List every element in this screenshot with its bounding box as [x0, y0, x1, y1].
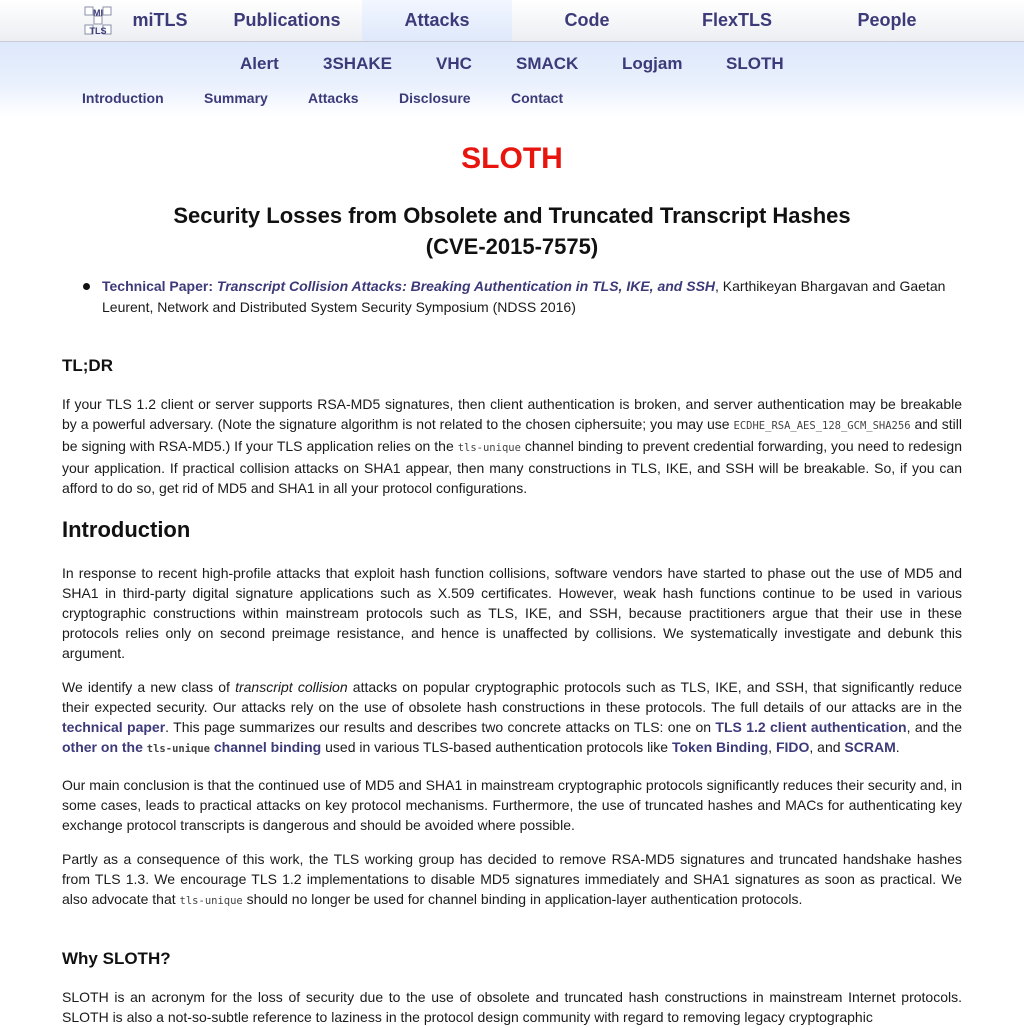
tls-unique-code: tls-unique: [179, 895, 243, 907]
token-binding-link[interactable]: Token Binding: [672, 739, 768, 755]
intro-p2-text-d: , and the: [906, 719, 962, 735]
page-link-introduction[interactable]: Introduction: [82, 90, 164, 106]
introduction-heading: Introduction: [62, 517, 191, 542]
attack-link-smack[interactable]: SMACK: [516, 54, 578, 74]
attack-link-logjam[interactable]: Logjam: [622, 54, 682, 74]
technical-paper-link[interactable]: Technical Paper: Transcript Collision At…: [102, 278, 715, 294]
fido-link[interactable]: FIDO: [776, 739, 809, 755]
attack-link-3shake[interactable]: 3SHAKE: [323, 54, 392, 74]
list-item: Technical Paper: Transcript Collision At…: [83, 276, 962, 318]
channel-binding-link[interactable]: other on the tls-unique channel binding: [62, 739, 321, 755]
paper-list: Technical Paper: Transcript Collision At…: [83, 276, 962, 318]
paper-title: Transcript Collision Attacks: Breaking A…: [216, 278, 716, 294]
tab-publications[interactable]: Publications: [212, 0, 362, 41]
intro-paragraph-1: In response to recent high-profile attac…: [62, 565, 962, 661]
paper-prefix: Technical Paper:: [102, 278, 214, 294]
attack-link-sloth[interactable]: SLOTH: [726, 54, 784, 74]
tab-flextls[interactable]: FlexTLS: [662, 0, 812, 41]
intro-paragraph-3: Our main conclusion is that the continue…: [62, 777, 962, 833]
subtitle-line-1: Security Losses from Obsolete and Trunca…: [173, 203, 851, 228]
tls-unique-code: tls-unique: [457, 442, 521, 454]
page-link-contact[interactable]: Contact: [511, 90, 563, 106]
intro-paragraph-2: We identify a new class of transcript co…: [62, 677, 962, 759]
intro-p2-text-e: used in various TLS-based authentication…: [321, 739, 672, 755]
channel-binding-link-text-a: other on the: [62, 739, 147, 755]
attack-link-vhc[interactable]: VHC: [436, 54, 472, 74]
page-link-disclosure[interactable]: Disclosure: [399, 90, 471, 106]
subtitle-line-2: (CVE-2015-7575): [425, 234, 599, 259]
separator: ,: [768, 739, 776, 755]
intro-paragraph-4: Partly as a consequence of this work, th…: [62, 849, 962, 911]
technical-paper-inline-link[interactable]: technical paper: [62, 719, 165, 735]
why-sloth-paragraph: SLOTH is an acronym for the loss of secu…: [62, 989, 962, 1025]
attack-link-alert[interactable]: Alert: [240, 54, 279, 74]
separator: , and: [809, 739, 845, 755]
top-navigation: MI TLS miTLS Publications Attacks Code F…: [0, 0, 1024, 42]
attacks-subnavigation: Alert 3SHAKE VHC SMACK Logjam SLOTH Intr…: [0, 42, 1024, 117]
client-authentication-link[interactable]: TLS 1.2 client authentication: [715, 719, 906, 735]
why-sloth-heading: Why SLOTH?: [62, 949, 171, 968]
intro-p2-text-a: We identify a new class of: [62, 679, 236, 695]
tldr-paragraph: If your TLS 1.2 client or server support…: [62, 394, 962, 498]
tldr-heading: TL;DR: [62, 356, 113, 375]
channel-binding-link-text-b: channel binding: [210, 739, 322, 755]
ciphersuite-code: ECDHE_RSA_AES_128_GCM_SHA256: [733, 420, 911, 432]
channel-binding-code: tls-unique: [146, 743, 210, 755]
page-subtitle: Security Losses from Obsolete and Trunca…: [62, 200, 962, 262]
intro-p4-text-b: should no longer be used for channel bin…: [242, 891, 803, 907]
sentence-end: .: [895, 739, 900, 755]
tab-code[interactable]: Code: [512, 0, 662, 41]
page-title: SLOTH: [461, 142, 563, 175]
tab-attacks[interactable]: Attacks: [362, 0, 512, 41]
tab-people[interactable]: People: [812, 0, 962, 41]
transcript-collision-emphasis: transcript collision: [235, 679, 348, 695]
scram-link[interactable]: SCRAM: [844, 739, 895, 755]
page-link-attacks[interactable]: Attacks: [308, 90, 359, 106]
intro-p2-text-c: . This page summarizes our results and d…: [165, 719, 716, 735]
page-link-summary[interactable]: Summary: [204, 90, 268, 106]
